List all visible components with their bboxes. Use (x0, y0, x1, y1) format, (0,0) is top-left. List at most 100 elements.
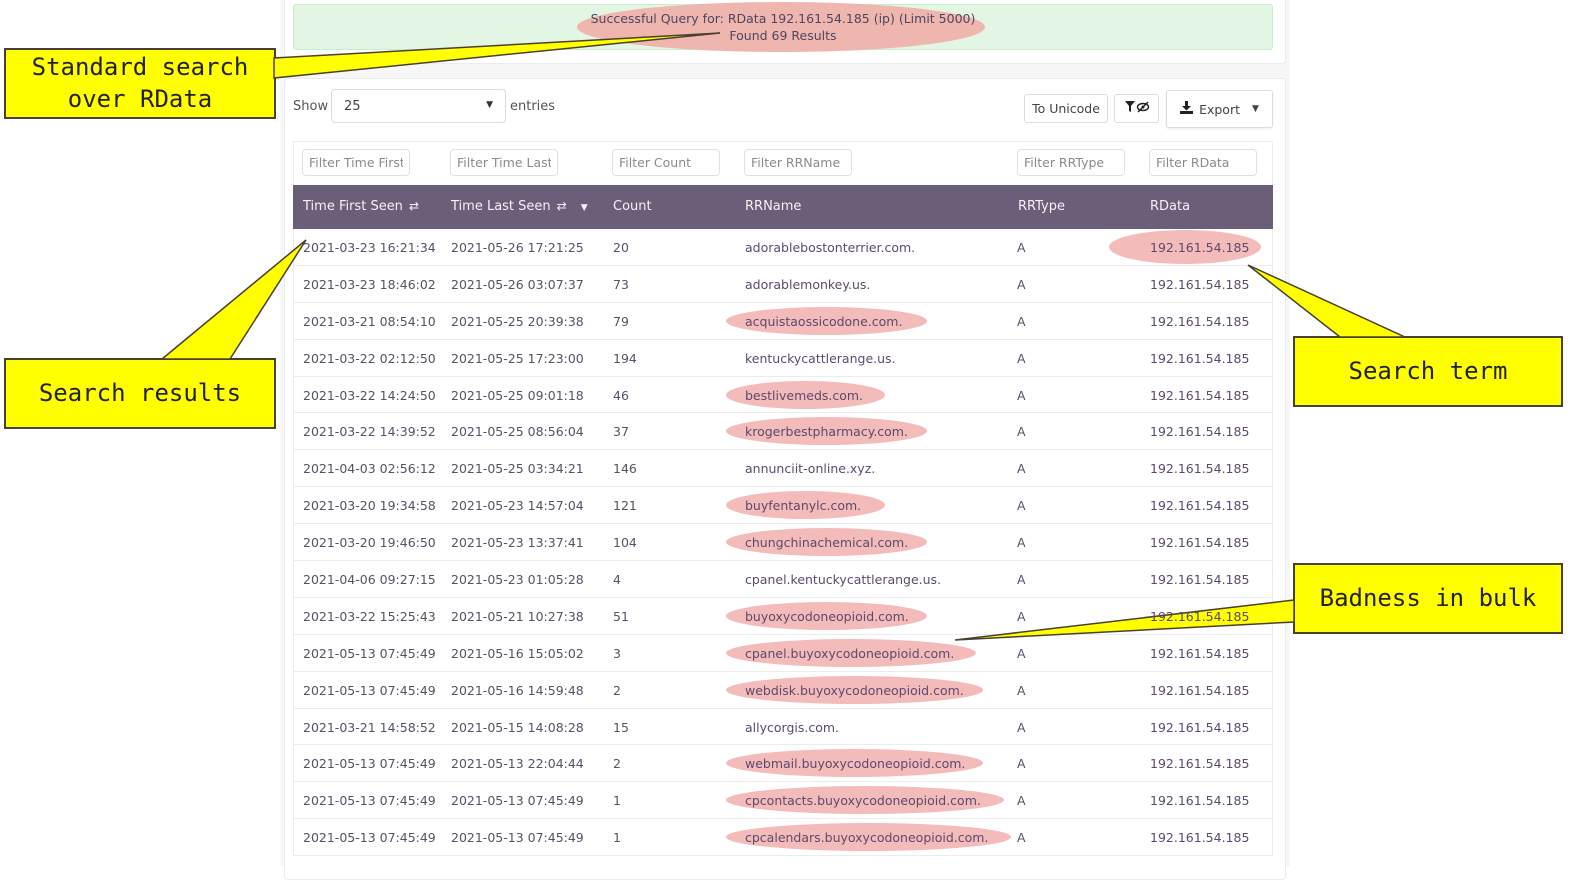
cell-time-last: 2021-05-13 07:45:49 (451, 793, 584, 809)
cell-time-first: 2021-05-13 07:45:49 (303, 682, 436, 698)
cell-rrname: chungchinachemical.com. (745, 535, 909, 551)
cell-rdata: 192.161.54.185 (1150, 350, 1250, 366)
column-header-rdata[interactable]: RData (1150, 199, 1190, 214)
table-row[interactable]: 2021-05-13 07:45:49 2021-05-13 07:45:49 1 c… (293, 782, 1273, 820)
cell-count: 37 (613, 424, 629, 440)
table-row[interactable]: 2021-05-13 07:45:49 2021-05-16 15:05:02 3 c… (293, 634, 1273, 672)
cell-rrname: bestlivemeds.com. (745, 387, 864, 403)
cell-count: 4 (613, 572, 621, 588)
cell-time-last: 2021-05-21 10:27:38 (451, 608, 584, 624)
table-row[interactable]: 2021-04-03 02:56:12 2021-05-25 03:34:21 14… (293, 450, 1273, 488)
cell-rrname: webmail.buyoxycodoneopioid.com. (745, 756, 966, 772)
column-header-time-first[interactable]: Time First Seen ⇄ (303, 199, 419, 214)
annotation-search-term: Search term (1293, 336, 1563, 407)
cell-rdata: 192.161.54.185 (1150, 387, 1250, 403)
filter-eye-slash-icon (1124, 100, 1150, 117)
cell-count: 1 (613, 830, 621, 846)
cell-time-first: 2021-03-23 16:21:34 (303, 240, 436, 255)
filter-time-first-input[interactable] (302, 149, 410, 176)
cell-time-first: 2021-04-06 09:27:15 (303, 572, 436, 588)
table-row[interactable]: 2021-03-20 19:34:58 2021-05-23 14:57:04 12… (293, 487, 1273, 525)
cell-time-last: 2021-05-26 03:07:37 (451, 276, 584, 292)
table-row[interactable]: 2021-03-23 16:21:34 2021-05-26 17:21:25 20… (293, 229, 1273, 266)
export-dropdown-button[interactable]: Export ▼ (1166, 90, 1273, 128)
cell-rrtype: A (1017, 276, 1026, 292)
filter-time-last-input[interactable] (450, 149, 558, 176)
cell-count: 121 (613, 498, 637, 514)
cell-rrtype: A (1017, 608, 1026, 624)
to-unicode-button[interactable]: To Unicode (1024, 94, 1108, 123)
cell-rrname: cpanel.kentuckycattlerange.us. (745, 572, 942, 588)
cell-rrname: annunciit-online.xyz. (745, 461, 876, 477)
alert-count-line: Found 69 Results (729, 28, 837, 43)
cell-rrname: buyoxycodoneopioid.com. (745, 608, 909, 624)
alert-text: Successful Query for: RData 192.161.54.1… (293, 10, 1273, 44)
cell-time-first: 2021-03-22 15:25:43 (303, 608, 436, 624)
column-header-count[interactable]: Count (613, 199, 652, 214)
cell-count: 2 (613, 682, 621, 698)
cell-rrname: allycorgis.com. (745, 719, 840, 735)
cell-count: 79 (613, 313, 629, 329)
filter-rrtype-input[interactable] (1017, 149, 1125, 176)
toggle-filters-button[interactable] (1114, 94, 1159, 123)
cell-rrtype: A (1017, 498, 1026, 514)
cell-rrtype: A (1017, 350, 1026, 366)
cell-rrname: adorablebostonterrier.com. (745, 240, 916, 255)
cell-count: 20 (613, 240, 629, 255)
cell-time-first: 2021-04-03 02:56:12 (303, 461, 436, 477)
cell-rrtype: A (1017, 387, 1026, 403)
cell-time-first: 2021-03-21 08:54:10 (303, 313, 436, 329)
sort-descending-icon: ▼ (580, 203, 588, 213)
cell-rrtype: A (1017, 240, 1026, 255)
cell-time-first: 2021-03-20 19:46:50 (303, 535, 436, 551)
cell-rdata: 192.161.54.185 (1150, 498, 1250, 514)
table-row[interactable]: 2021-05-13 07:45:49 2021-05-13 22:04:44 2 w… (293, 745, 1273, 783)
cell-rrtype: A (1017, 313, 1026, 329)
table-row[interactable]: 2021-03-22 02:12:50 2021-05-25 17:23:00 19… (293, 339, 1273, 377)
table-row[interactable]: 2021-03-22 14:39:52 2021-05-25 08:56:04 37… (293, 413, 1273, 451)
table-row[interactable]: 2021-05-13 07:45:49 2021-05-16 14:59:48 2 w… (293, 671, 1273, 709)
cell-count: 51 (613, 608, 629, 624)
table-row[interactable]: 2021-03-20 19:46:50 2021-05-23 13:37:41 10… (293, 524, 1273, 562)
cell-count: 73 (613, 276, 629, 292)
cell-rrtype: A (1017, 756, 1026, 772)
table-row[interactable]: 2021-04-06 09:27:15 2021-05-23 01:05:28 4 c… (293, 561, 1273, 598)
cell-time-last: 2021-05-16 14:59:48 (451, 682, 584, 698)
cell-rrname: acquistaossicodone.com. (745, 313, 903, 329)
cell-rrname: cpcontacts.buyoxycodoneopioid.com. (745, 793, 981, 809)
filter-count-input[interactable] (612, 149, 720, 176)
cell-rrname: cpanel.buyoxycodoneopioid.com. (745, 645, 955, 661)
cell-rrname: adorablemonkey.us. (745, 276, 871, 292)
column-header-rrtype[interactable]: RRType (1018, 199, 1065, 214)
table-row[interactable]: 2021-03-21 08:54:10 2021-05-25 20:39:38 79… (293, 302, 1273, 340)
cell-time-first: 2021-03-22 14:24:50 (303, 387, 436, 403)
cell-rdata: 192.161.54.185 (1150, 756, 1250, 772)
table-row[interactable]: 2021-05-13 07:45:49 2021-05-13 07:45:49 1 c… (293, 819, 1273, 857)
table-row[interactable]: 2021-03-23 18:46:02 2021-05-26 03:07:37 73… (293, 265, 1273, 303)
entries-per-page-select[interactable]: 25 ▼ (331, 89, 506, 123)
download-icon (1180, 101, 1194, 117)
table-row[interactable]: 2021-03-21 14:58:52 2021-05-15 14:08:28 15… (293, 708, 1273, 746)
cell-time-first: 2021-03-22 02:12:50 (303, 350, 436, 366)
cell-count: 1 (613, 793, 621, 809)
column-header-time-last[interactable]: Time Last Seen ⇄ ▼ (451, 199, 588, 214)
table-row[interactable]: 2021-03-22 14:24:50 2021-05-25 09:01:18 46… (293, 376, 1273, 414)
table-row[interactable]: 2021-03-22 15:25:43 2021-05-21 10:27:38 51… (293, 597, 1273, 635)
cell-rdata: 192.161.54.185 (1150, 645, 1250, 661)
results-table-body: 2021-03-23 16:21:34 2021-05-26 17:21:25 20… (293, 229, 1273, 857)
export-label: Export (1199, 101, 1240, 117)
cell-rrtype: A (1017, 682, 1026, 698)
cell-count: 104 (613, 535, 637, 551)
cell-rdata: 192.161.54.185 (1150, 682, 1250, 698)
annotation-search-results: Search results (4, 358, 276, 429)
filter-rdata-input[interactable] (1149, 149, 1257, 176)
cell-rdata: 192.161.54.185 (1150, 719, 1250, 735)
filter-rrname-input[interactable] (744, 149, 852, 176)
cell-count: 2 (613, 756, 621, 772)
cell-time-first: 2021-05-13 07:45:49 (303, 793, 436, 809)
cell-time-last: 2021-05-13 07:45:49 (451, 830, 584, 846)
column-header-rrname[interactable]: RRName (745, 199, 801, 214)
cell-rrtype: A (1017, 424, 1026, 440)
table-header: Time First Seen ⇄ Time Last Seen ⇄ ▼ Count … (293, 185, 1273, 229)
cell-time-first: 2021-05-13 07:45:49 (303, 645, 436, 661)
